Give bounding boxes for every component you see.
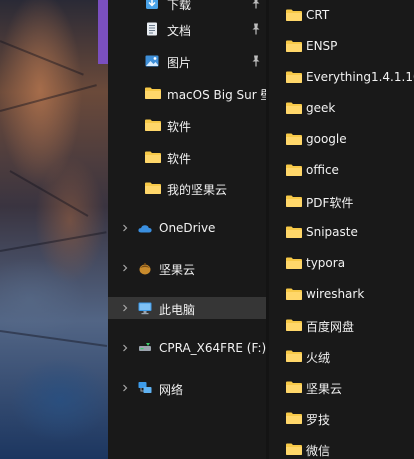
folder-icon xyxy=(285,38,303,54)
document-icon xyxy=(144,21,160,37)
nav-item-quick-6[interactable]: 我的坚果云 xyxy=(108,177,266,199)
nav-item-root-0[interactable]: OneDrive xyxy=(108,217,266,239)
folder-row[interactable]: 百度网盘 xyxy=(269,314,414,336)
nav-item-label: CPRA_X64FRE (F:) xyxy=(159,341,266,355)
pin-icon xyxy=(250,54,262,68)
folder-row[interactable]: 罗技 xyxy=(269,407,414,429)
drive-icon xyxy=(137,340,153,356)
folder-name: Snipaste xyxy=(306,225,358,239)
nav-item-root-1[interactable]: 坚果云 xyxy=(108,257,266,279)
folder-row[interactable]: Snipaste xyxy=(269,221,414,243)
folder-name: 微信 xyxy=(306,444,331,458)
chevron-right-icon[interactable] xyxy=(119,382,131,394)
folder-row[interactable]: typora xyxy=(269,252,414,274)
folder-row[interactable]: wireshark xyxy=(269,283,414,305)
chevron-right-icon[interactable] xyxy=(119,262,131,274)
folder-icon xyxy=(285,69,303,85)
folder-name: 坚果云 xyxy=(306,382,343,396)
navigation-pane: 下载 文档 图片 macOS Big Sur 壁软件 软件 我的坚果云 OneDrive 坚果… xyxy=(108,0,266,459)
nav-item-label: OneDrive xyxy=(159,221,216,235)
folder-row[interactable]: Everything1.4.1.1005 xyxy=(269,66,414,88)
nav-item-label: 网络 xyxy=(159,383,184,397)
nav-item-quick-5[interactable]: 软件 xyxy=(108,146,266,168)
folder-name: typora xyxy=(306,256,346,270)
folder-row[interactable]: geek xyxy=(269,97,414,119)
nav-item-label: 图片 xyxy=(167,56,192,70)
folder-icon xyxy=(285,7,303,23)
folder-row[interactable]: ENSP xyxy=(269,35,414,57)
network-icon xyxy=(137,380,153,396)
folder-icon xyxy=(144,149,161,165)
nav-item-quick-2[interactable]: 图片 xyxy=(108,50,266,72)
desktop-wallpaper xyxy=(0,0,108,459)
folder-name: geek xyxy=(306,101,336,115)
folder-icon xyxy=(285,410,303,426)
nav-item-label: 文档 xyxy=(167,24,192,38)
folder-name: PDF软件 xyxy=(306,196,354,210)
nav-item-root-3[interactable]: CPRA_X64FRE (F:) xyxy=(108,337,266,359)
folder-icon xyxy=(285,317,303,333)
nav-item-quick-0[interactable]: 下载 xyxy=(108,0,266,14)
folder-name: Everything1.4.1.1005 xyxy=(306,70,414,84)
window-accent-strip xyxy=(98,0,108,64)
folder-name: ENSP xyxy=(306,39,338,53)
nav-item-quick-4[interactable]: 软件 xyxy=(108,114,266,136)
nut-icon xyxy=(137,260,153,276)
cloud-icon xyxy=(137,220,153,236)
folder-name: 罗技 xyxy=(306,413,331,427)
folder-icon xyxy=(285,224,303,240)
folder-icon xyxy=(285,131,303,147)
folder-name: 火绒 xyxy=(306,351,331,365)
nav-item-root-4[interactable]: 网络 xyxy=(108,377,266,399)
picture-icon xyxy=(144,53,160,69)
pin-icon xyxy=(250,0,262,10)
folder-icon xyxy=(285,286,303,302)
folder-row[interactable]: PDF软件 xyxy=(269,190,414,212)
nav-item-label: 此电脑 xyxy=(159,303,196,317)
nav-item-root-2[interactable]: 此电脑 xyxy=(108,297,266,319)
nav-item-label: 我的坚果云 xyxy=(167,183,228,197)
chevron-right-icon[interactable] xyxy=(119,222,131,234)
folder-name: google xyxy=(306,132,347,146)
folder-icon xyxy=(285,162,303,178)
nav-item-label: 坚果云 xyxy=(159,263,196,277)
folder-name: office xyxy=(306,163,339,177)
folder-row[interactable]: office xyxy=(269,159,414,181)
folder-name: wireshark xyxy=(306,287,365,301)
folder-icon xyxy=(285,379,303,395)
folder-row[interactable]: 火绒 xyxy=(269,345,414,367)
nav-item-quick-1[interactable]: 文档 xyxy=(108,18,266,40)
folder-icon xyxy=(285,441,303,457)
folder-icon xyxy=(285,348,303,364)
folder-name: CRT xyxy=(306,8,330,22)
folder-icon xyxy=(144,117,161,133)
folder-row[interactable]: 坚果云 xyxy=(269,376,414,398)
folder-icon xyxy=(285,193,303,209)
nav-item-label: 软件 xyxy=(167,120,192,134)
folder-icon xyxy=(144,180,161,196)
nav-item-quick-3[interactable]: macOS Big Sur 壁 xyxy=(108,82,266,104)
folder-list: CRT ENSP Everything1.4.1.1005 geek google off… xyxy=(269,0,414,459)
folder-icon xyxy=(285,255,303,271)
download-icon xyxy=(144,0,160,11)
pin-icon xyxy=(250,22,262,36)
folder-icon xyxy=(285,100,303,116)
nav-item-label: macOS Big Sur 壁 xyxy=(167,88,266,102)
chevron-right-icon[interactable] xyxy=(119,302,131,314)
folder-icon xyxy=(144,85,161,101)
nav-item-label: 下载 xyxy=(167,0,192,12)
computer-icon xyxy=(137,300,153,316)
folder-row[interactable]: google xyxy=(269,128,414,150)
folder-row[interactable]: 微信 xyxy=(269,438,414,459)
folder-name: 百度网盘 xyxy=(306,320,355,334)
folder-row[interactable]: CRT xyxy=(269,4,414,26)
nav-item-label: 软件 xyxy=(167,152,192,166)
chevron-right-icon[interactable] xyxy=(119,342,131,354)
